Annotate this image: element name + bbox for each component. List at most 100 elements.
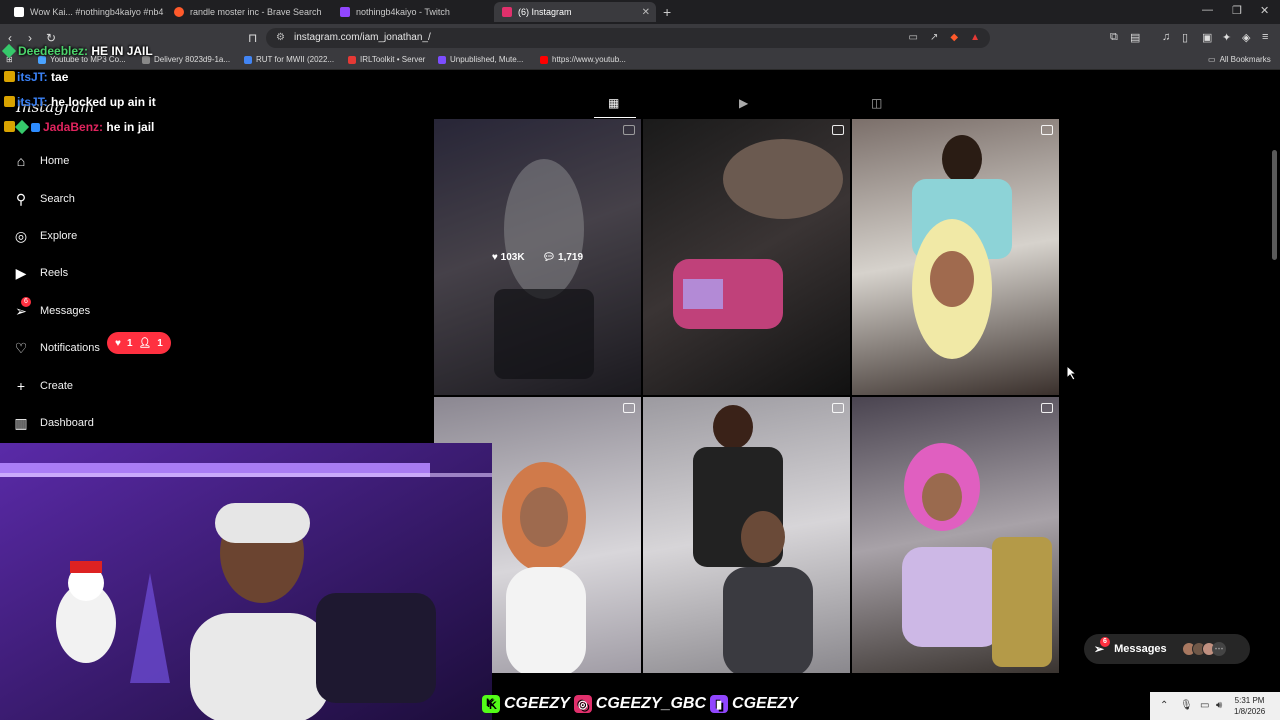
messenger-icon: ➢ 6 [12, 297, 31, 320]
scrollbar[interactable] [1272, 150, 1277, 260]
browser-tab-2[interactable]: randle moster inc - Brave Search [166, 2, 332, 22]
notifications-pill[interactable]: ♥ 1 👤︎ 1 [107, 332, 171, 354]
bookmark-icon[interactable]: ⊓ [248, 31, 257, 45]
instagram-icon [502, 7, 512, 17]
tab-title: Wow Kai... #nothingb4kaiyo #nb4 # [30, 7, 166, 17]
clock[interactable]: 5:31 PM 1/8/2026 [1234, 695, 1265, 717]
posts-grid-tab[interactable]: ▦ [608, 96, 619, 110]
reel-icon [832, 125, 844, 135]
bookmark-favicon [540, 55, 548, 64]
comments: 💬︎ 1,719 [542, 251, 584, 263]
post-tile[interactable] [643, 119, 850, 395]
brave-shields-icon[interactable]: ◆ [950, 32, 958, 43]
nav-messages[interactable]: ➢ 6 Messages [12, 297, 90, 322]
nav-label: Home [40, 155, 70, 167]
all-bookmarks[interactable]: ▭ All Bookmarks [1208, 55, 1271, 64]
vpn-icon[interactable]: ◈ [1242, 31, 1250, 44]
nav-reels[interactable]: ▶ Reels [12, 262, 69, 284]
network-icon[interactable]: ▭ [1200, 700, 1209, 711]
post-image [902, 443, 1052, 667]
tray-expand-icon[interactable]: ⌃ [1160, 700, 1168, 711]
bookmark-item[interactable]: https://www.youtub... [540, 55, 626, 64]
volume-icon[interactable]: 🔊︎ [1216, 700, 1222, 711]
maximize-icon[interactable]: ❐ [1232, 4, 1242, 17]
follows-count: 1 [157, 337, 163, 349]
reels-tab[interactable]: ▶ [739, 96, 748, 110]
tab-title: nothingb4kaiyo - Twitch [356, 7, 450, 17]
cast-icon[interactable]: ▭ [909, 32, 918, 43]
post-image [673, 139, 843, 329]
tab-title: randle moster inc - Brave Search [190, 7, 322, 17]
nav-explore[interactable]: ◎ Explore [12, 225, 77, 247]
twitch-handle: CGEEZY [732, 695, 798, 712]
close-window-icon[interactable]: ✕ [1260, 4, 1269, 17]
chat-badge-icon [14, 119, 30, 135]
chat-message: itsJT: tae [4, 70, 68, 84]
post-image [693, 405, 813, 673]
streamer-handles: K CGEEZY ◎ CGEEZY_GBC ▮ CGEEZY [482, 692, 798, 716]
instagram-icon: ◎ [573, 695, 592, 713]
chat-message: itsJT: he locked up ain it [4, 95, 156, 109]
search-icon: ⚲ [15, 190, 27, 207]
site-info-icon[interactable]: ⚙ [276, 32, 285, 43]
address-bar[interactable]: ⚙ instagram.com/iam_jonathan_/ ▭ ↗ ◆ ▲ [266, 28, 990, 48]
minimize-icon[interactable]: — [1202, 4, 1213, 16]
new-tab-button[interactable]: + [663, 4, 671, 20]
browser-tab-1[interactable]: Wow Kai... #nothingb4kaiyo #nb4 # [6, 2, 166, 22]
browser-toolbar: ‹ › ↻ ⊓ ⚙ instagram.com/iam_jonathan_/ ▭… [0, 24, 1280, 52]
post-tile[interactable]: ♥ 103K 💬︎ 1,719 [434, 119, 641, 395]
wallet-icon[interactable]: ▣ [1202, 31, 1212, 44]
likes-count: 103K [500, 251, 525, 263]
nav-create[interactable]: + Create [12, 375, 73, 397]
music-icon[interactable]: ♫ [1162, 31, 1170, 43]
browser-tab-3[interactable]: nothingb4kaiyo - Twitch [332, 2, 492, 22]
share-icon[interactable]: ↗ [930, 32, 938, 43]
chat-badge-icon [4, 71, 15, 82]
bookmark-item[interactable]: Unpublished, Mute... [438, 55, 523, 64]
folder-icon: ▭ [1208, 55, 1216, 64]
webcam-overlay [0, 443, 492, 720]
nav-dashboard[interactable]: ▥ Dashboard [12, 412, 93, 434]
posts-grid: ♥ 103K 💬︎ 1,719 [434, 119, 1060, 694]
brave-icon [174, 7, 184, 17]
nav-home[interactable]: ⌂ Home [12, 150, 70, 172]
sidebar-icon[interactable]: ▯ [1182, 31, 1188, 44]
post-tile[interactable] [643, 397, 850, 673]
browser-tab-4-active[interactable]: (6) Instagram ✕ [494, 2, 656, 22]
bookmark-label: Delivery 8023d9-1a... [154, 55, 231, 64]
nav-label: Create [40, 380, 74, 392]
date: 1/8/2026 [1234, 707, 1266, 716]
chat-text: HE IN JAIL [91, 44, 153, 58]
microphone-icon[interactable]: 🎙︎ [1180, 700, 1193, 711]
compass-icon: ◎ [14, 227, 28, 244]
forward-icon[interactable]: › [28, 31, 32, 45]
reel-icon [623, 403, 635, 413]
menu-icon[interactable]: ≡ [1262, 31, 1268, 43]
reel-icon [832, 403, 844, 413]
post-tile[interactable] [852, 119, 1059, 395]
bookmarks-bar: ⊞ Youtube to MP3 Co... Delivery 8023d9-1… [0, 52, 1280, 70]
bookmark-item[interactable]: RUT for MWII (2022... [244, 55, 334, 64]
bookmark-item[interactable]: IRLToolkit • Server [348, 55, 425, 64]
mouse-cursor-icon [1067, 366, 1077, 380]
reel-icon [1041, 125, 1053, 135]
bookmark-item[interactable]: Delivery 8023d9-1a... [142, 55, 230, 64]
extension-icon[interactable]: ▤ [1130, 31, 1140, 44]
brave-rewards-icon[interactable]: ▲ [970, 32, 980, 43]
leo-icon[interactable]: ✦ [1222, 31, 1231, 44]
home-icon: ⌂ [16, 153, 26, 169]
post-image [912, 135, 1012, 359]
comments-count: 1,719 [558, 251, 584, 263]
nav-search[interactable]: ⚲ Search [12, 188, 75, 210]
post-tile[interactable] [852, 397, 1059, 673]
reload-icon[interactable]: ↻ [46, 31, 56, 45]
bookmark-label: Unpublished, Mute... [450, 55, 524, 64]
nav-notifications[interactable]: ♡ Notifications [12, 337, 100, 359]
close-tab-icon[interactable]: ✕ [642, 7, 650, 18]
bookmark-favicon [348, 55, 356, 64]
messages-float-button[interactable]: ➢ 6 Messages ⋯ [1084, 634, 1250, 664]
extensions-icon[interactable]: ⧉ [1110, 31, 1118, 44]
chat-username: itsJT: [17, 70, 48, 84]
tiktok-icon [14, 7, 24, 17]
tagged-tab[interactable]: ◫ [871, 96, 882, 110]
